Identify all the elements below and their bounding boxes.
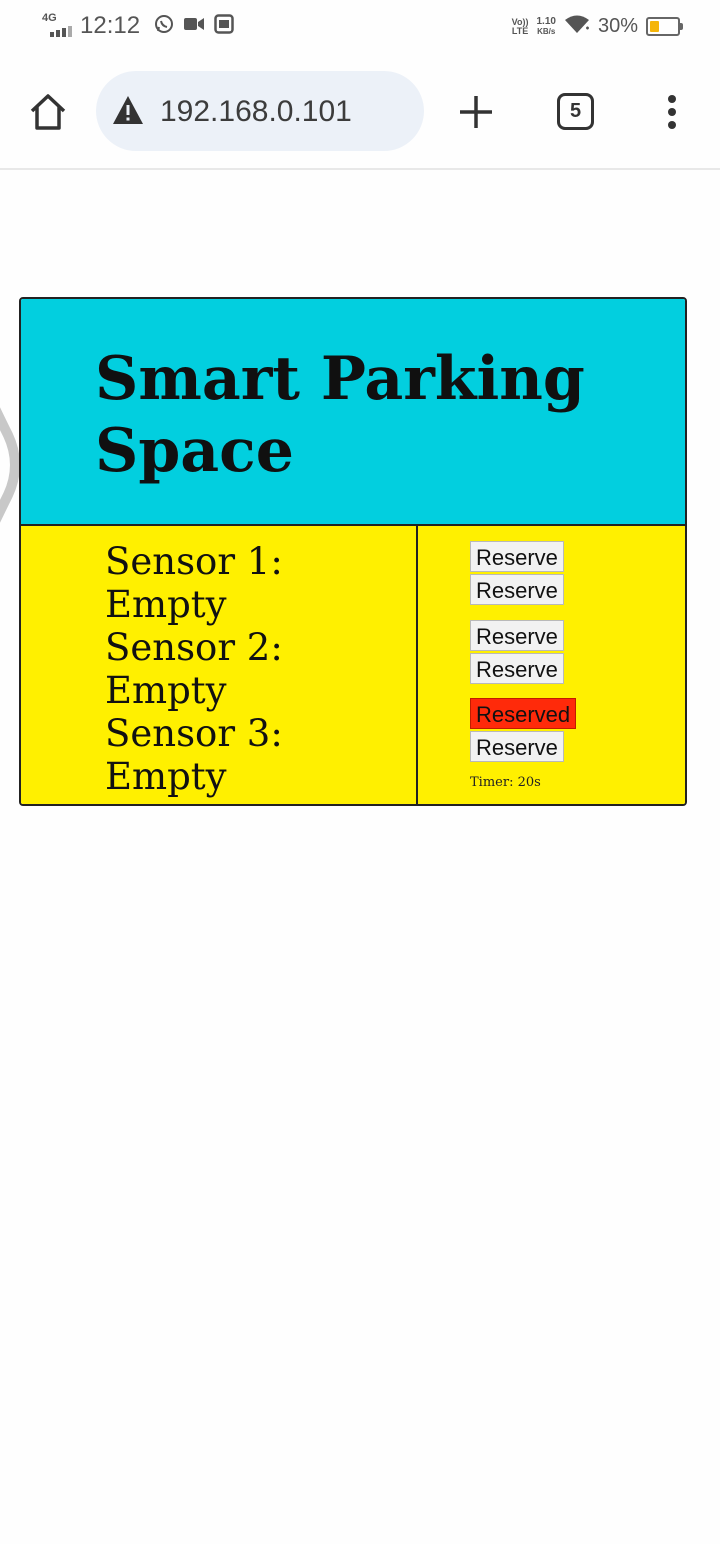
page-title: Smart Parking Space: [95, 344, 585, 486]
sensor-label: Sensor 2:: [105, 626, 283, 669]
edge-swipe-handle: [0, 407, 20, 523]
home-button[interactable]: [28, 92, 68, 132]
battery-percent: 30%: [597, 15, 638, 37]
address-bar[interactable]: 192.168.0.101: [96, 71, 424, 151]
sensor-panel: Sensor 1: Empty Sensor 2: Empty Sensor 3…: [21, 526, 418, 804]
sensor-label: Sensor 3:: [105, 712, 283, 755]
reserve-button[interactable]: Reserve: [470, 541, 564, 572]
page-header: Smart Parking Space: [21, 299, 685, 526]
reserve-button[interactable]: Reserve: [470, 574, 564, 605]
tab-switcher-button[interactable]: 5: [557, 93, 594, 130]
video-icon: [183, 16, 205, 37]
reserved-button[interactable]: Reserved: [470, 698, 577, 729]
warning-icon[interactable]: [112, 95, 144, 125]
signal-icon: 4G: [42, 12, 76, 40]
new-tab-button[interactable]: [458, 94, 494, 130]
reservation-timer: Timer: 20s: [470, 775, 541, 790]
tab-count: 5: [569, 100, 582, 122]
sensor-list: Sensor 1: Empty Sensor 2: Empty Sensor 3…: [105, 540, 283, 798]
sensor-status: Empty: [105, 755, 227, 798]
more-vert-icon: [668, 95, 676, 129]
volte-indicator: Vo)) LTE: [511, 16, 529, 36]
reserve-button[interactable]: Reserve: [470, 620, 564, 651]
reserve-button[interactable]: Reserve: [470, 653, 564, 684]
status-bar: 4G 12:12 Vo)) LTE 1.10 KB/s 30%: [0, 0, 720, 56]
url-text[interactable]: 192.168.0.101: [160, 95, 352, 129]
reservation-panel: Reserve Reserve Reserve Reserve Reserved…: [418, 526, 685, 804]
sensor-label: Sensor 1:: [105, 540, 283, 583]
network-speed: 1.10 KB/s: [536, 15, 556, 36]
whatsapp-icon: [154, 14, 174, 39]
sensor-status: Empty: [105, 669, 227, 712]
gallery-icon: [214, 13, 234, 39]
parking-card: Smart Parking Space Sensor 1: Empty Sens…: [19, 297, 687, 806]
plus-icon: [460, 96, 492, 128]
reserve-button[interactable]: Reserve: [470, 731, 564, 762]
more-menu-button[interactable]: [660, 94, 684, 134]
battery-icon: [646, 17, 683, 36]
sensor-status: Empty: [105, 583, 227, 626]
wifi-icon: [564, 14, 590, 39]
clock: 12:12: [80, 12, 141, 39]
network-type: 4G: [42, 12, 57, 24]
home-icon: [30, 94, 66, 130]
browser-toolbar: 192.168.0.101 5: [0, 56, 720, 170]
